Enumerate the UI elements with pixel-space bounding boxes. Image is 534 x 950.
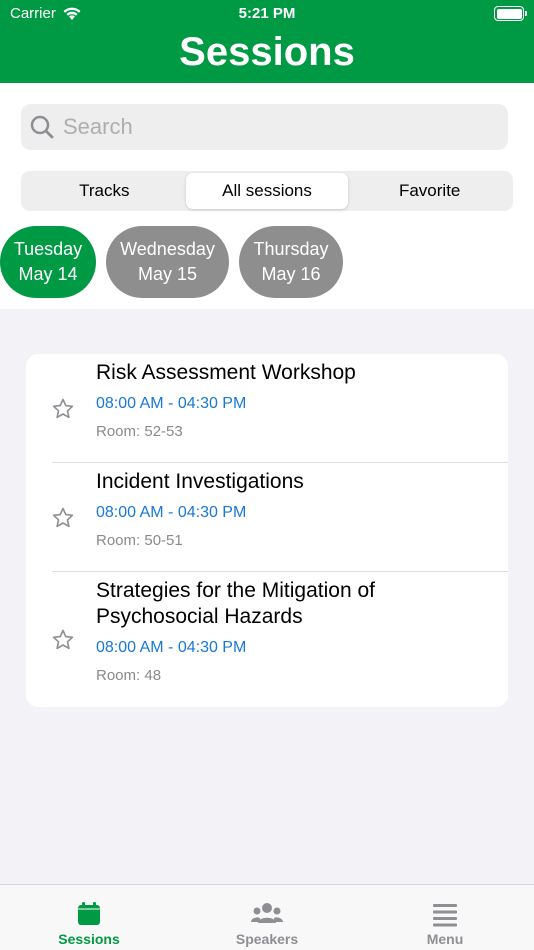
- session-time: 08:00 AM - 04:30 PM: [96, 504, 247, 521]
- day-pill-thursday[interactable]: Thursday May 16: [239, 226, 343, 298]
- segment-all-sessions[interactable]: All sessions: [185, 173, 349, 209]
- status-bar: Carrier 5:21 PM: [0, 0, 534, 28]
- tab-label: Sessions: [58, 931, 120, 947]
- segment-tracks[interactable]: Tracks: [23, 173, 186, 209]
- battery-icon: [494, 6, 527, 21]
- session-time: 08:00 AM - 04:30 PM: [96, 395, 247, 412]
- filter-panel: Tracks All sessions Favorite Tuesday May…: [0, 83, 534, 309]
- session-time: 08:00 AM - 04:30 PM: [96, 639, 247, 656]
- session-list: Risk Assessment Workshop 08:00 AM - 04:3…: [26, 354, 508, 707]
- star-icon[interactable]: [51, 506, 75, 530]
- calendar-icon: [78, 902, 100, 925]
- menu-icon: [433, 904, 457, 927]
- search-icon: [30, 115, 54, 139]
- segment-control: Tracks All sessions Favorite: [21, 171, 513, 211]
- segment-favorite[interactable]: Favorite: [348, 173, 511, 209]
- session-row[interactable]: Incident Investigations 08:00 AM - 04:30…: [26, 463, 508, 571]
- session-room: Room: 52-53: [96, 423, 183, 440]
- session-room: Room: 48: [96, 667, 162, 684]
- tab-speakers[interactable]: Speakers: [178, 885, 356, 950]
- session-row[interactable]: Risk Assessment Workshop 08:00 AM - 04:3…: [26, 354, 508, 462]
- session-row[interactable]: Strategies for the Mitigation of Psychos…: [26, 572, 508, 707]
- day-date: May 14: [18, 264, 78, 284]
- day-date: May 15: [137, 264, 198, 284]
- header-bar: Carrier 5:21 PM Sessions: [0, 0, 534, 83]
- people-icon: [251, 903, 283, 923]
- session-title: Incident Investigations: [96, 470, 304, 493]
- page-title: Sessions: [179, 30, 355, 74]
- day-date: May 16: [261, 264, 321, 284]
- search-bar[interactable]: [21, 104, 508, 150]
- star-icon[interactable]: [51, 397, 75, 421]
- session-title: Risk Assessment Workshop: [96, 361, 356, 384]
- day-pill-wednesday[interactable]: Wednesday May 15: [106, 226, 229, 298]
- tab-label: Speakers: [235, 931, 299, 947]
- tab-sessions[interactable]: Sessions: [0, 885, 178, 950]
- tab-bar: Sessions Speakers Menu: [0, 884, 534, 950]
- day-weekday: Tuesday: [13, 239, 83, 259]
- tab-label: Menu: [426, 931, 464, 947]
- clock: 5:21 PM: [238, 5, 296, 22]
- day-weekday: Thursday: [253, 239, 329, 259]
- tab-menu[interactable]: Menu: [356, 885, 534, 950]
- session-room: Room: 50-51: [96, 532, 183, 549]
- search-input[interactable]: [63, 114, 483, 140]
- day-pill-tuesday[interactable]: Tuesday May 14: [0, 226, 96, 298]
- day-selector: Tuesday May 14 Wednesday May 15 Thursday…: [0, 226, 343, 298]
- session-title: Strategies for the Mitigation of Psychos…: [96, 579, 375, 628]
- star-icon[interactable]: [51, 628, 75, 652]
- day-weekday: Wednesday: [120, 239, 215, 259]
